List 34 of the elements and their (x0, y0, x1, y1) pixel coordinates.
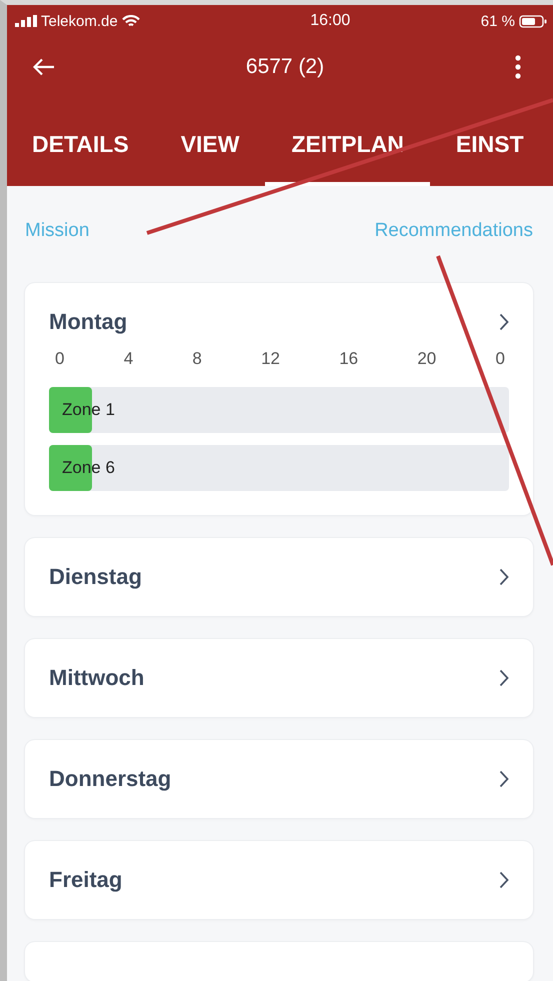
day-card[interactable]: Dienstag (25, 538, 533, 616)
axis-label: 0 (495, 349, 505, 369)
day-title: Freitag (49, 867, 122, 893)
axis-label: 8 (192, 349, 202, 369)
day-title: Montag (49, 309, 128, 335)
back-arrow-icon (33, 58, 55, 76)
wifi-icon (122, 14, 140, 28)
battery-percent: 61 % (480, 12, 515, 30)
day-card[interactable]: Donnerstag (25, 740, 533, 818)
day-card[interactable]: Mittwoch (25, 639, 533, 717)
tab[interactable]: VIEW (154, 97, 266, 186)
axis-label: 4 (124, 349, 134, 369)
day-card[interactable]: Freitag (25, 841, 533, 919)
tab[interactable]: DETAILS (7, 97, 155, 186)
chevron-right-icon (499, 568, 509, 586)
chevron-right-icon (499, 770, 509, 788)
tab[interactable]: ZEITPLAN (265, 97, 430, 186)
day-title: Donnerstag (49, 766, 172, 792)
battery-icon (519, 14, 547, 28)
chevron-right-icon (499, 313, 509, 331)
carrier-name: Telekom.de (41, 12, 118, 30)
more-icon (515, 55, 521, 79)
chevron-right-icon (499, 871, 509, 889)
axis-label: 0 (55, 349, 64, 369)
screen-title: 6577 (2) (246, 55, 324, 79)
signal-icon (15, 15, 37, 27)
chevron-right-icon (499, 669, 509, 687)
status-time: 16:00 (310, 12, 350, 30)
tab[interactable]: EINST (430, 97, 550, 186)
axis-label: 20 (417, 349, 436, 369)
day-title: Dienstag (49, 564, 142, 590)
day-title: Mittwoch (49, 665, 144, 691)
axis-label: 12 (261, 349, 280, 369)
axis-label: 16 (339, 349, 358, 369)
